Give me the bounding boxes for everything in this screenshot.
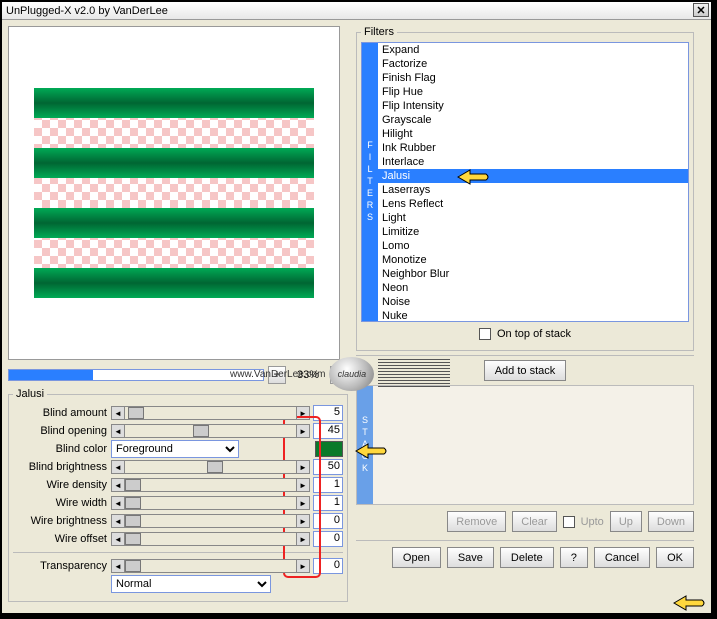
filters-tab[interactable]: FILTERS bbox=[362, 43, 378, 321]
close-button[interactable]: ✕ bbox=[693, 3, 709, 17]
wire-width-label: Wire width bbox=[13, 497, 111, 509]
filter-item[interactable]: Expand bbox=[378, 43, 688, 57]
blind-color-select[interactable]: Foreground bbox=[111, 440, 239, 458]
wire-offset-slider[interactable]: ◄► bbox=[111, 532, 310, 546]
vendor-logo: www.VanDerLee.com claudia bbox=[230, 356, 450, 392]
blind-amount-value[interactable]: 5 bbox=[313, 405, 343, 421]
wire-brightness-slider[interactable]: ◄► bbox=[111, 514, 310, 528]
filters-legend: Filters bbox=[361, 26, 397, 38]
blind-opening-slider[interactable]: ◄► bbox=[111, 424, 310, 438]
filters-group: Filters FILTERS ExpandFactorizeFinish Fl… bbox=[356, 26, 694, 351]
transparency-slider[interactable]: ◄► bbox=[111, 559, 310, 573]
filter-item[interactable]: Limitize bbox=[378, 225, 688, 239]
wire-density-value[interactable]: 1 bbox=[313, 477, 343, 493]
wire-brightness-label: Wire brightness bbox=[13, 515, 111, 527]
filter-item[interactable]: Light bbox=[378, 211, 688, 225]
add-to-stack-button[interactable]: Add to stack bbox=[484, 360, 567, 381]
filter-item[interactable]: Jalusi bbox=[378, 169, 688, 183]
wire-brightness-value[interactable]: 0 bbox=[313, 513, 343, 529]
filter-item[interactable]: Neon bbox=[378, 281, 688, 295]
down-button[interactable]: Down bbox=[648, 511, 694, 532]
blind-color-label: Blind color bbox=[13, 443, 111, 455]
wire-offset-label: Wire offset bbox=[13, 533, 111, 545]
filter-item[interactable]: Hilight bbox=[378, 127, 688, 141]
stack-list[interactable] bbox=[373, 386, 693, 504]
zoom-bar[interactable] bbox=[8, 369, 264, 381]
upto-checkbox[interactable] bbox=[563, 516, 575, 528]
stack-tab[interactable]: STACK bbox=[357, 386, 373, 504]
filter-item[interactable]: Interlace bbox=[378, 155, 688, 169]
filter-item[interactable]: Noise bbox=[378, 295, 688, 309]
save-button[interactable]: Save bbox=[447, 547, 494, 568]
filter-item[interactable]: Nuke bbox=[378, 309, 688, 321]
titlebar: UnPlugged-X v2.0 by VanDerLee ✕ bbox=[2, 2, 711, 20]
filter-item[interactable]: Lens Reflect bbox=[378, 197, 688, 211]
params-group: Jalusi Blind amount ◄► 5 Blind opening ◄… bbox=[8, 388, 348, 602]
blind-brightness-label: Blind brightness bbox=[13, 461, 111, 473]
filter-item[interactable]: Neighbor Blur bbox=[378, 267, 688, 281]
delete-button[interactable]: Delete bbox=[500, 547, 554, 568]
transparency-label: Transparency bbox=[13, 560, 111, 572]
params-legend: Jalusi bbox=[13, 388, 47, 400]
blend-mode-select[interactable]: Normal bbox=[111, 575, 271, 593]
ontop-checkbox[interactable] bbox=[479, 328, 491, 340]
filter-item[interactable]: Monotize bbox=[378, 253, 688, 267]
ok-button[interactable]: OK bbox=[656, 547, 694, 568]
up-button[interactable]: Up bbox=[610, 511, 642, 532]
window-title: UnPlugged-X v2.0 by VanDerLee bbox=[6, 5, 168, 17]
filter-item[interactable]: Factorize bbox=[378, 57, 688, 71]
help-button[interactable]: ? bbox=[560, 547, 588, 568]
wire-offset-value[interactable]: 0 bbox=[313, 531, 343, 547]
transparency-value[interactable]: 0 bbox=[313, 558, 343, 574]
filter-item[interactable]: Ink Rubber bbox=[378, 141, 688, 155]
ontop-label: On top of stack bbox=[497, 328, 571, 340]
filters-list[interactable]: ExpandFactorizeFinish FlagFlip HueFlip I… bbox=[378, 43, 688, 321]
filter-item[interactable]: Flip Hue bbox=[378, 85, 688, 99]
filter-item[interactable]: Flip Intensity bbox=[378, 99, 688, 113]
cancel-button[interactable]: Cancel bbox=[594, 547, 650, 568]
filter-item[interactable]: Laserrays bbox=[378, 183, 688, 197]
blind-brightness-value[interactable]: 50 bbox=[313, 459, 343, 475]
open-button[interactable]: Open bbox=[392, 547, 441, 568]
wire-width-value[interactable]: 1 bbox=[313, 495, 343, 511]
remove-button[interactable]: Remove bbox=[447, 511, 506, 532]
preview-frame bbox=[8, 26, 340, 360]
wire-density-label: Wire density bbox=[13, 479, 111, 491]
wire-density-slider[interactable]: ◄► bbox=[111, 478, 310, 492]
preview-image bbox=[34, 88, 314, 298]
blind-amount-slider[interactable]: ◄► bbox=[111, 406, 310, 420]
filter-item[interactable]: Lomo bbox=[378, 239, 688, 253]
filter-item[interactable]: Finish Flag bbox=[378, 71, 688, 85]
filter-item[interactable]: Grayscale bbox=[378, 113, 688, 127]
clear-button[interactable]: Clear bbox=[512, 511, 556, 532]
blind-color-swatch[interactable] bbox=[315, 441, 343, 457]
blind-opening-label: Blind opening bbox=[13, 425, 111, 437]
blind-amount-label: Blind amount bbox=[13, 407, 111, 419]
upto-label: Upto bbox=[581, 516, 604, 528]
blind-opening-value[interactable]: 45 bbox=[313, 423, 343, 439]
blind-brightness-slider[interactable]: ◄► bbox=[111, 460, 310, 474]
wire-width-slider[interactable]: ◄► bbox=[111, 496, 310, 510]
